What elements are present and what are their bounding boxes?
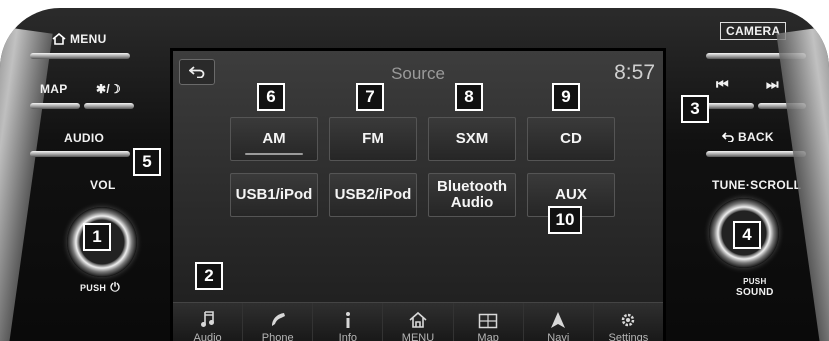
source-usb1-button[interactable]: USB1/iPod (230, 173, 318, 217)
nav-settings[interactable]: Settings (594, 303, 663, 341)
nav-label: Info (338, 332, 358, 341)
day-night-button[interactable] (84, 103, 134, 109)
source-sxm-button[interactable]: SXM (428, 117, 516, 161)
clock: 8:57 (614, 61, 655, 84)
sound-label: SOUND (736, 287, 774, 298)
menu-bar[interactable] (30, 53, 130, 59)
menu-hard-button[interactable]: MENU (52, 32, 107, 46)
seek-back-button[interactable] (706, 103, 754, 109)
source-am-button[interactable]: AM (230, 117, 318, 161)
back-arrow-icon (722, 132, 734, 142)
power-icon: ⏻ (110, 280, 121, 294)
tune-scroll-label: TUNE·SCROLL (712, 178, 802, 192)
music-note-icon (200, 311, 214, 327)
source-label: FM (362, 130, 384, 147)
nav-navi[interactable]: Navi (524, 303, 594, 341)
nav-label: Map (477, 332, 499, 341)
camera-button[interactable]: CAMERA (720, 22, 787, 40)
home-icon (409, 311, 427, 328)
source-label: CD (560, 130, 582, 147)
source-label: USB1/iPod (235, 186, 313, 203)
push-sound-label: PUSH SOUND (736, 276, 774, 298)
head-unit-bezel: MENU MAP ✱/☽ AUDIO VOL PUSH ⏻ CAMERA ⏮ ⏭… (0, 8, 829, 341)
navigation-arrow-icon (551, 312, 566, 328)
camera-label: CAMERA (726, 24, 781, 38)
callout-5: 5 (133, 148, 161, 176)
home-icon (52, 33, 66, 45)
nav-label: Settings (608, 332, 649, 341)
push-label: PUSH (80, 282, 107, 293)
nav-label: MENU (401, 332, 435, 341)
touch-screen: Source 8:57 AM FM SXM CD USB1/iPod USB2/… (170, 48, 666, 341)
camera-bar[interactable] (706, 53, 806, 59)
push-label-right: PUSH (743, 277, 767, 286)
next-track-icon: ⏭ (766, 76, 779, 92)
nav-label: Navi (547, 332, 570, 341)
map-label: MAP (40, 82, 68, 96)
callout-10: 10 (548, 206, 582, 234)
source-bluetooth-audio-button[interactable]: Bluetooth Audio (428, 173, 516, 217)
callout-8: 8 (455, 83, 483, 111)
gear-icon (622, 313, 635, 327)
seek-forward-button[interactable] (758, 103, 806, 109)
nav-info[interactable]: Info (313, 303, 384, 341)
phone-icon (271, 313, 285, 326)
back-hard-button[interactable]: BACK (722, 130, 774, 144)
audio-label: AUDIO (64, 131, 105, 145)
callout-1: 1 (83, 223, 111, 251)
vol-label: VOL (90, 178, 116, 192)
screen-title: Source (391, 64, 445, 83)
nav-phone[interactable]: Phone (243, 303, 314, 341)
callout-3: 3 (681, 95, 709, 123)
callout-9: 9 (552, 83, 580, 111)
nav-map[interactable]: Map (454, 303, 524, 341)
source-cd-button[interactable]: CD (527, 117, 615, 161)
callout-7: 7 (356, 83, 384, 111)
source-usb2-button[interactable]: USB2/iPod (329, 173, 417, 217)
day-night-label: ✱/☽ (96, 82, 122, 96)
info-icon (345, 312, 350, 328)
back-bar[interactable] (706, 151, 806, 157)
back-label: BACK (738, 130, 774, 144)
source-label: Bluetooth Audio (437, 178, 507, 211)
callout-2: 2 (195, 262, 223, 290)
nav-menu[interactable]: MENU (383, 303, 454, 341)
source-fm-button[interactable]: FM (329, 117, 417, 161)
nav-audio[interactable]: Audio (173, 303, 244, 341)
active-indicator (245, 153, 303, 155)
nav-label: Phone (261, 332, 294, 341)
callout-6: 6 (257, 83, 285, 111)
menu-label: MENU (70, 32, 107, 46)
power-push-label: PUSH ⏻ (80, 280, 120, 295)
bottom-nav-bar: Audio Phone Info MENU Map Navi Settings (173, 302, 663, 341)
callout-4: 4 (733, 221, 761, 249)
map-icon (478, 313, 498, 329)
map-button[interactable] (30, 103, 80, 109)
prev-track-icon: ⏮ (716, 76, 729, 92)
source-label: AM (262, 130, 286, 147)
nav-label: Audio (193, 332, 222, 341)
source-label: AUX (555, 186, 587, 203)
source-label: SXM (455, 130, 489, 147)
source-label: USB2/iPod (334, 186, 412, 203)
audio-button[interactable] (30, 151, 130, 157)
